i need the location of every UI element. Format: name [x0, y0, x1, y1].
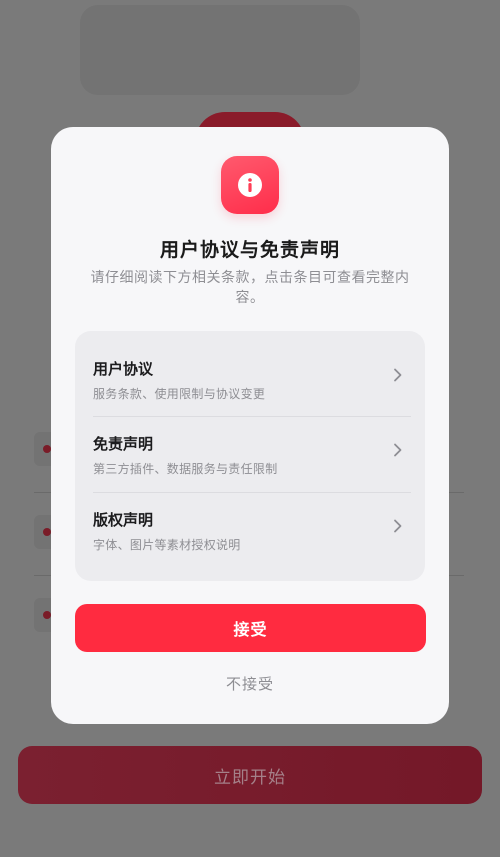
list-item-title: 免责声明: [93, 435, 154, 453]
decline-button[interactable]: 不接受: [51, 673, 449, 694]
chevron-right-icon: [394, 519, 402, 533]
agreement-dialog: 用户协议与免责声明 请仔细阅读下方相关条款，点击条目可查看完整内容。 用户协议 …: [51, 127, 449, 724]
list-item-description: 第三方插件、数据服务与责任限制: [93, 462, 278, 476]
list-item-copyright[interactable]: 版权声明 字体、图片等素材授权说明: [93, 482, 411, 557]
background-header: [80, 5, 360, 95]
chevron-right-icon: [394, 443, 402, 457]
list-item-title: 版权声明: [93, 511, 154, 529]
terms-list: 用户协议 服务条款、使用限制与协议变更 免责声明 第三方插件、数据服务与责任限制…: [75, 331, 425, 581]
start-button: 立即开始: [18, 746, 482, 804]
accept-button[interactable]: 接受: [75, 604, 426, 652]
list-item-user-agreement[interactable]: 用户协议 服务条款、使用限制与协议变更: [93, 331, 411, 406]
dialog-subtitle: 请仔细阅读下方相关条款，点击条目可查看完整内容。: [90, 270, 410, 306]
list-item-description: 服务条款、使用限制与协议变更: [93, 387, 266, 401]
list-item-description: 字体、图片等素材授权说明: [93, 538, 241, 552]
chevron-right-icon: [394, 368, 402, 382]
list-item-disclaimer[interactable]: 免责声明 第三方插件、数据服务与责任限制: [93, 406, 411, 481]
info-icon: [221, 156, 279, 214]
dialog-title: 用户协议与免责声明: [159, 239, 340, 261]
list-item-title: 用户协议: [93, 360, 154, 378]
